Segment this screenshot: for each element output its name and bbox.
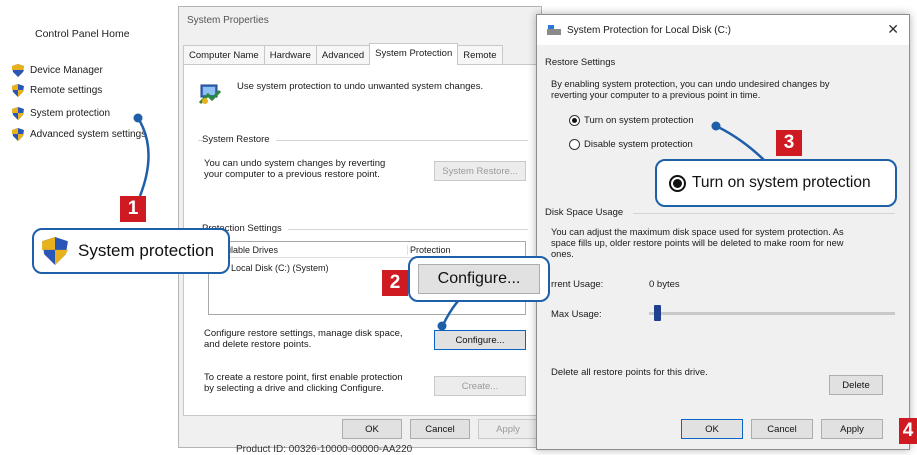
control-panel-home-link[interactable]: Control Panel Home: [35, 28, 130, 40]
restore-settings-label: Restore Settings: [545, 57, 616, 68]
callout-configure: Configure...: [408, 256, 550, 302]
delete-button[interactable]: Delete: [829, 375, 883, 395]
product-id: Product ID: 00326-10000-00000-AA220: [236, 444, 413, 455]
sidebar-item-system-protection[interactable]: System protection: [12, 105, 110, 121]
tab-hardware[interactable]: Hardware: [263, 45, 317, 65]
cancel-button[interactable]: Cancel: [751, 419, 813, 439]
shield-icon: [12, 127, 24, 141]
shield-icon: [12, 83, 24, 97]
current-usage-label: rrent Usage:: [551, 279, 604, 290]
callout-text: Configure...: [418, 264, 540, 294]
delete-text: Delete all restore points for this drive…: [551, 367, 708, 378]
callout-system-protection: System protection: [32, 228, 230, 274]
radio-button: [669, 174, 686, 192]
drive-icon: [547, 25, 561, 35]
system-protection-panel: Use system protection to undo unwanted s…: [183, 64, 539, 416]
intro-text: Use system protection to undo unwanted s…: [237, 81, 484, 92]
callout-badge-2: 2: [382, 270, 408, 296]
close-icon[interactable]: ✕: [887, 21, 899, 38]
tab-system-protection[interactable]: System Protection: [369, 43, 459, 65]
radio-label: Disable system protection: [584, 139, 693, 150]
create-text: To create a restore point, first enable …: [204, 372, 403, 394]
sidebar-item-label: Remote settings: [30, 84, 103, 96]
tab-advanced[interactable]: Advanced: [315, 45, 371, 65]
cancel-button[interactable]: Cancel: [410, 419, 470, 439]
window-title: System Properties: [187, 15, 269, 26]
sidebar-item-remote-settings[interactable]: Remote settings: [12, 82, 102, 98]
callout-text: Turn on system protection: [692, 174, 871, 191]
shield-icon: [12, 106, 24, 120]
disk-space-text: You can adjust the maximum disk space us…: [551, 227, 844, 259]
radio-button[interactable]: [569, 139, 580, 150]
callout-badge-3: 3: [776, 130, 802, 156]
control-panel-sidebar: Control Panel Home Device Manager Remote…: [0, 0, 178, 452]
tab-strip: Computer Name Hardware Advanced System P…: [183, 43, 503, 65]
system-restore-button[interactable]: System Restore...: [434, 161, 526, 181]
create-button[interactable]: Create...: [434, 376, 526, 396]
column-header-drives: ilable Drives: [229, 245, 279, 255]
dialog-titlebar: System Protection for Local Disk (C:) ✕: [537, 15, 909, 45]
radio-disable[interactable]: Disable system protection: [569, 139, 693, 150]
dialog-title: System Protection for Local Disk (C:): [567, 25, 731, 36]
configure-text: Configure restore settings, manage disk …: [204, 328, 403, 350]
sidebar-item-advanced-system-settings[interactable]: Advanced system settings: [12, 126, 146, 142]
slider-thumb[interactable]: [653, 305, 661, 321]
max-usage-label: Max Usage:: [551, 309, 602, 320]
configure-button[interactable]: Configure...: [434, 330, 526, 350]
system-properties-window: System Properties Computer Name Hardware…: [178, 6, 542, 448]
sidebar-item-label: Advanced system settings: [30, 128, 147, 140]
drive-row[interactable]: Local Disk (C:) (System): [231, 263, 329, 273]
slider-track: [649, 312, 895, 315]
ok-button[interactable]: OK: [342, 419, 402, 439]
tab-computer-name[interactable]: Computer Name: [183, 45, 265, 65]
column-header-protection: Protection: [407, 245, 451, 255]
sidebar-item-device-manager[interactable]: Device Manager: [12, 62, 103, 78]
tab-remote[interactable]: Remote: [457, 45, 503, 65]
radio-turn-on[interactable]: Turn on system protection: [569, 115, 693, 126]
sidebar-item-label: Device Manager: [30, 64, 103, 76]
apply-button[interactable]: Apply: [478, 419, 538, 439]
system-restore-label: System Restore: [202, 134, 276, 145]
max-usage-slider[interactable]: [649, 305, 895, 321]
apply-button[interactable]: Apply: [821, 419, 883, 439]
sidebar-item-label: System protection: [30, 107, 111, 119]
disk-space-label: Disk Space Usage: [545, 207, 624, 218]
system-protection-dialog: System Protection for Local Disk (C:) ✕ …: [536, 14, 910, 450]
radio-button[interactable]: [569, 115, 580, 126]
callout-badge-1: 1: [120, 196, 146, 222]
divider: [633, 213, 895, 214]
callout-text: System protection: [78, 241, 215, 260]
system-protection-icon: [198, 84, 222, 105]
ok-button[interactable]: OK: [681, 419, 743, 439]
shield-icon: [12, 63, 24, 77]
callout-turn-on: Turn on system protection: [655, 159, 897, 207]
system-restore-text: You can undo system changes by reverting…: [204, 158, 386, 180]
shield-icon: [42, 237, 68, 265]
radio-label: Turn on system protection: [584, 115, 694, 126]
restore-settings-text: By enabling system protection, you can u…: [551, 79, 830, 100]
current-usage-value: 0 bytes: [649, 279, 680, 290]
callout-badge-4: 4: [899, 418, 917, 444]
